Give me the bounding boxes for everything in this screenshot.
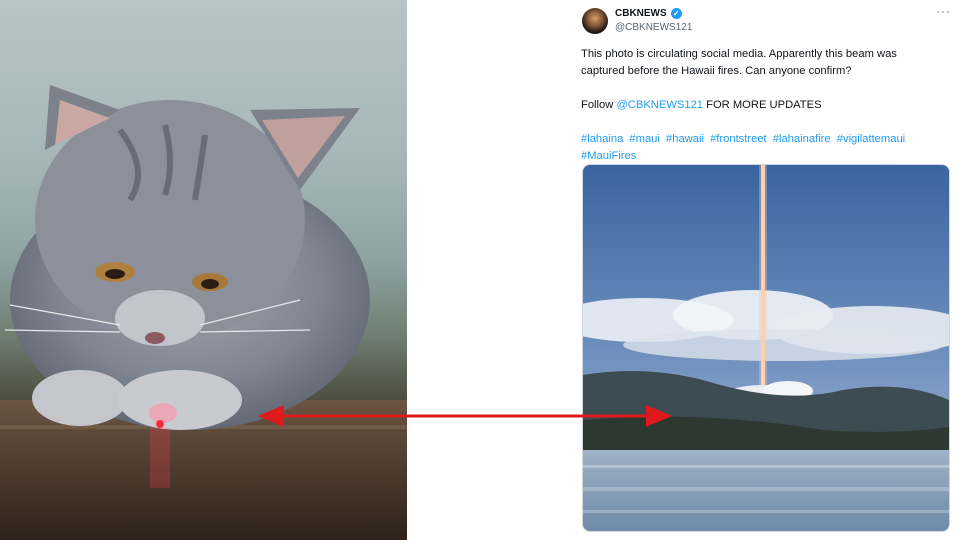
follow-suffix: FOR MORE UPDATES <box>703 99 822 111</box>
author-row: CBKNEWS ✓ <box>615 8 682 19</box>
hashtag-link[interactable]: #hawaii <box>666 133 704 145</box>
hashtag-link[interactable]: #vigilattemaui <box>837 133 905 145</box>
beam-photo <box>583 165 949 531</box>
cat-illustration <box>0 85 407 540</box>
verified-badge-icon: ✓ <box>670 8 682 19</box>
cat-photo <box>0 0 407 540</box>
tweet-text-line: captured before the Hawaii fires. Can an… <box>581 65 852 77</box>
hashtag-link[interactable]: #lahainafire <box>773 133 831 145</box>
hashtag-link[interactable]: #MauiFires <box>581 150 636 162</box>
handle[interactable]: @CBKNEWS121 <box>615 22 692 33</box>
hashtag-link[interactable]: #frontstreet <box>710 133 767 145</box>
follow-prefix: Follow <box>581 99 617 111</box>
tweet-text-line: This photo is circulating social media. … <box>581 48 897 60</box>
display-name[interactable]: CBKNEWS <box>615 8 667 19</box>
mention-link[interactable]: @CBKNEWS121 <box>616 99 703 111</box>
follow-line: Follow @CBKNEWS121 FOR MORE UPDATES <box>581 97 941 114</box>
tweet-media-image[interactable] <box>582 164 950 532</box>
tweet-card: CBKNEWS ✓ @CBKNEWS121 ··· This photo is … <box>570 0 960 540</box>
avatar[interactable] <box>582 8 608 34</box>
hashtag-list: #lahaina #maui #hawaii #frontstreet #lah… <box>581 131 941 165</box>
hashtag-link[interactable]: #maui <box>629 133 659 145</box>
tweet-text: This photo is circulating social media. … <box>581 46 941 165</box>
hashtag-link[interactable]: #lahaina <box>581 133 623 145</box>
more-options-icon[interactable]: ··· <box>936 4 951 18</box>
